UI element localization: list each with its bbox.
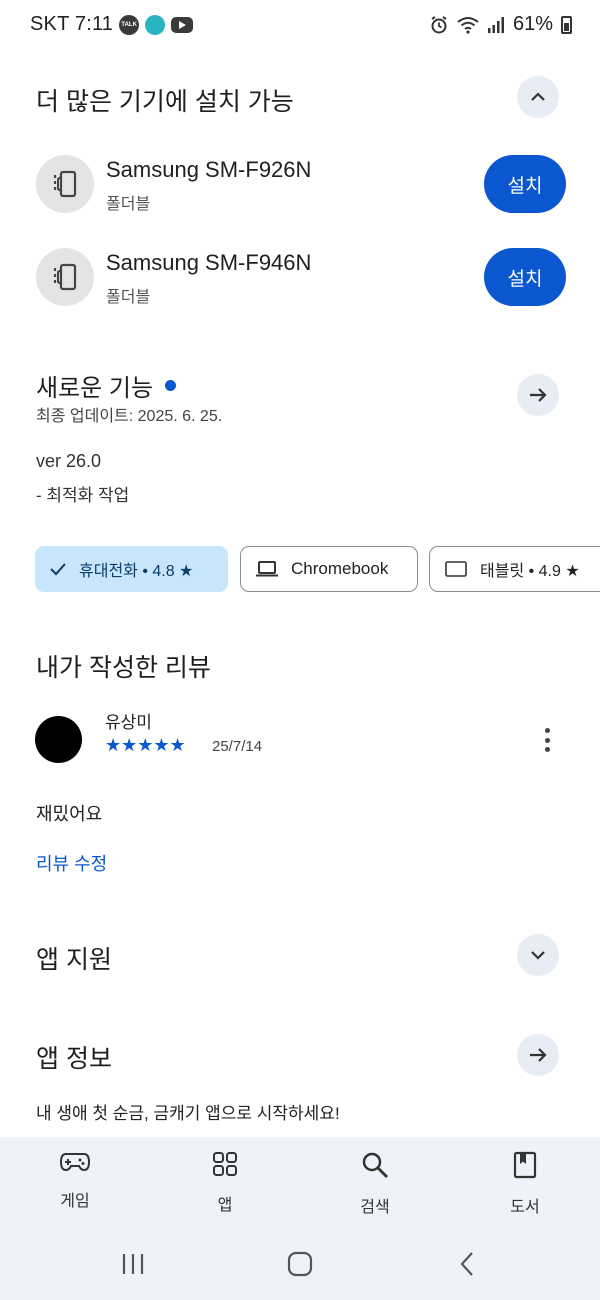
chevron-down-icon xyxy=(531,951,545,960)
chip-phone-label: 휴대전화 • 4.8 ★ xyxy=(79,563,194,580)
status-bar: SKT 7:11 TALK 61% xyxy=(0,0,600,48)
system-navigation-bar xyxy=(0,1237,600,1300)
device-row: Samsung SM-F946N 폴더블 설치 xyxy=(36,248,566,308)
status-time: SKT 7:11 xyxy=(30,13,114,35)
my-review-title: 내가 작성한 리뷰 xyxy=(36,654,211,682)
release-notes: - 최적화 작업 xyxy=(36,486,130,505)
foldable-device-icon xyxy=(36,248,94,306)
chip-chromebook[interactable]: Chromebook xyxy=(240,546,418,592)
avatar xyxy=(35,716,82,763)
arrow-right-icon xyxy=(530,388,547,402)
app-info-arrow-button[interactable] xyxy=(517,1034,559,1076)
install-button[interactable]: 설치 xyxy=(484,155,566,213)
whats-new-title: 새로운 기능 xyxy=(36,368,177,403)
nav-search[interactable]: 검색 xyxy=(325,1151,425,1217)
nav-search-label: 검색 xyxy=(360,1199,390,1216)
bottom-navigation: 게임 앱 검색 도서 xyxy=(0,1137,600,1237)
recent-apps-icon[interactable] xyxy=(120,1251,146,1277)
nav-games-label: 게임 xyxy=(60,1193,90,1210)
device-row: Samsung SM-F926N 폴더블 설치 xyxy=(36,155,566,215)
device-name: Samsung SM-F926N xyxy=(106,157,312,182)
battery-icon xyxy=(561,15,572,34)
collapse-button[interactable] xyxy=(517,76,559,118)
new-indicator-dot xyxy=(165,380,177,391)
book-icon xyxy=(513,1151,537,1179)
status-left: SKT 7:11 TALK xyxy=(30,13,194,36)
back-icon[interactable] xyxy=(456,1251,480,1277)
app-description: 내 생애 첫 순금, 금캐기 앱으로 시작하세요! xyxy=(36,1104,340,1123)
check-icon xyxy=(50,563,66,576)
nav-apps-label: 앱 xyxy=(217,1197,233,1214)
app-support-title: 앱 지원 xyxy=(36,946,112,974)
chip-chromebook-label: Chromebook xyxy=(291,559,389,578)
game-app-icon xyxy=(145,14,166,35)
last-updated: 최종 업데이트: 2025. 6. 25. xyxy=(36,408,223,425)
foldable-device-icon xyxy=(36,155,94,213)
battery-percent: 61% xyxy=(512,13,553,35)
reviewer-name: 유상미 xyxy=(105,713,152,732)
chip-tablet-label: 태블릿 • 4.9 ★ xyxy=(480,563,580,580)
install-section-title: 더 많은 기기에 설치 가능 xyxy=(36,88,294,116)
wifi-icon xyxy=(457,16,479,34)
tablet-icon xyxy=(445,561,467,577)
version-text: ver 26.0 xyxy=(36,451,102,471)
whats-new-arrow-button[interactable] xyxy=(517,374,559,416)
alarm-icon xyxy=(431,15,447,33)
laptop-icon xyxy=(256,561,278,577)
signal-icon xyxy=(487,16,504,33)
arrow-right-icon xyxy=(530,1048,547,1062)
home-icon[interactable] xyxy=(286,1251,314,1277)
device-type: 폴더블 xyxy=(106,196,151,213)
status-right: 61% xyxy=(429,13,572,36)
gamepad-icon xyxy=(60,1153,90,1172)
nav-books[interactable]: 도서 xyxy=(475,1151,575,1217)
search-icon xyxy=(362,1152,388,1178)
apps-grid-icon xyxy=(213,1152,237,1176)
nav-books-label: 도서 xyxy=(510,1199,540,1216)
nav-apps[interactable]: 앱 xyxy=(175,1151,275,1215)
device-type: 폴더블 xyxy=(106,289,151,306)
review-date: 25/7/14 xyxy=(212,738,263,755)
install-button[interactable]: 설치 xyxy=(484,248,566,306)
nav-games[interactable]: 게임 xyxy=(25,1151,125,1211)
whats-new-label: 새로운 기능 xyxy=(36,375,154,402)
chip-phone[interactable]: 휴대전화 • 4.8 ★ xyxy=(35,546,228,592)
chip-tablet[interactable]: 태블릿 • 4.9 ★ xyxy=(429,546,600,592)
kakaotalk-icon: TALK xyxy=(119,14,140,35)
app-info-title: 앱 정보 xyxy=(36,1045,112,1073)
edit-review-link[interactable]: 리뷰 수정 xyxy=(36,850,107,876)
expand-button[interactable] xyxy=(517,934,559,976)
review-text: 재밌어요 xyxy=(36,804,103,824)
youtube-icon xyxy=(171,16,194,33)
star-rating: ★★★★★ xyxy=(105,735,186,755)
device-name: Samsung SM-F946N xyxy=(106,250,312,275)
more-options-icon[interactable] xyxy=(536,726,558,754)
chevron-up-icon xyxy=(531,92,545,101)
